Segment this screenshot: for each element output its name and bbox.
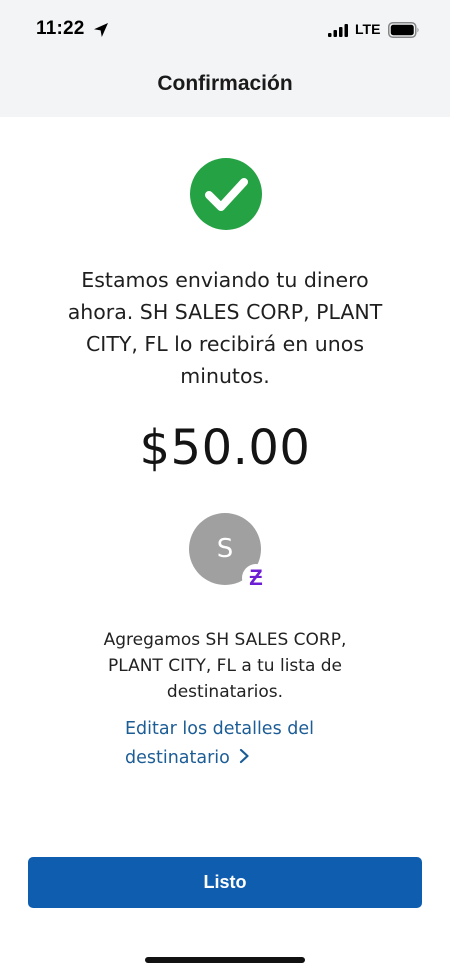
edit-recipient-details-label: Editar los detalles del destinatario	[125, 719, 314, 768]
page-title: Confirmación	[157, 72, 293, 95]
recipient-added-message: Agregamos SH SALES CORP, PLANT CITY, FL …	[103, 630, 347, 702]
top-bar: 11:22 LTE Confirmación	[0, 0, 450, 117]
checkmark-circle-icon	[190, 158, 262, 230]
zelle-icon: Ƶ	[242, 564, 270, 592]
status-bar: 11:22 LTE	[0, 0, 450, 58]
battery-icon	[388, 22, 419, 38]
chevron-right-icon	[239, 748, 249, 764]
edit-recipient-details-link[interactable]: Editar los detalles del destinatario	[125, 715, 355, 773]
confirmation-message: Estamos enviando tu dinero ahora. SH SAL…	[67, 268, 383, 388]
signal-icon	[328, 24, 348, 37]
location-arrow-icon	[94, 23, 108, 37]
transfer-amount: $50.00	[139, 420, 311, 476]
status-time: 11:22	[36, 18, 85, 39]
home-indicator	[145, 957, 305, 963]
done-button[interactable]: Listo	[28, 857, 422, 908]
network-type-label: LTE	[355, 21, 381, 37]
